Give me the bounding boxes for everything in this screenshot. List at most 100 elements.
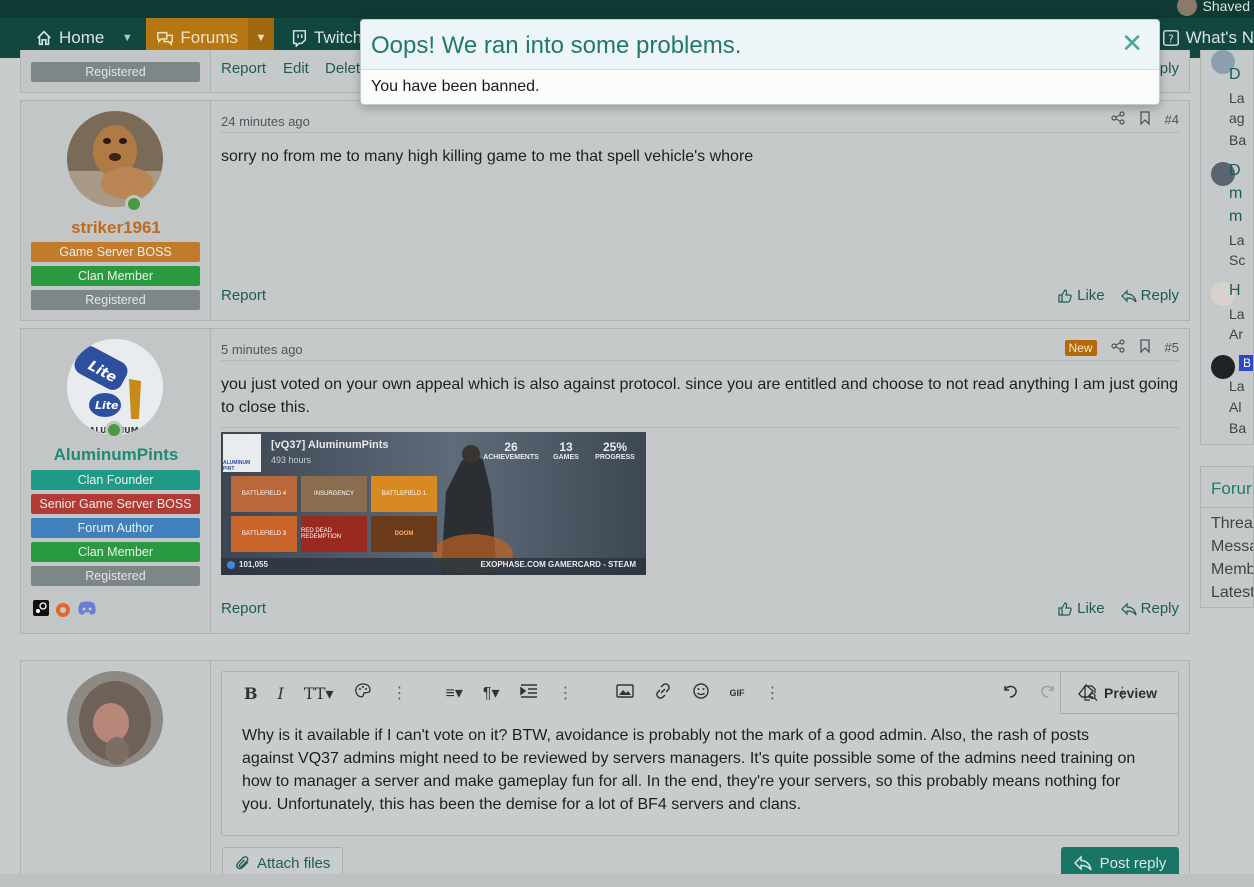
italic-icon[interactable]: I (278, 684, 284, 703)
smile-icon[interactable] (692, 682, 710, 705)
svg-text:ALUMINUM PINT: ALUMINUM PINT (89, 426, 163, 435)
stat-label: GAMES (553, 454, 579, 461)
stat-value: 26 (504, 440, 518, 454)
post-number[interactable]: #4 (1165, 112, 1179, 127)
bookmark-icon[interactable] (1139, 111, 1151, 128)
report-link[interactable]: Report (221, 60, 266, 77)
post-timestamp[interactable]: 5 minutes ago (221, 342, 303, 357)
sidebar-thread-link[interactable]: m (1229, 185, 1242, 203)
post-meta: 5 minutes ago New #5 (221, 339, 1179, 361)
gamercard-score: 101,055 (227, 560, 268, 569)
gamercard-footer: EXOPHASE.COM GAMERCARD - STEAM (480, 560, 636, 569)
bold-icon[interactable]: B (244, 684, 258, 703)
stat-label: PROGRESS (595, 454, 635, 461)
avatar[interactable] (67, 111, 163, 207)
reply-user-panel (21, 661, 211, 887)
sidebar-thread-meta: La (1229, 232, 1245, 248)
steam-icon[interactable] (33, 600, 49, 616)
avatar[interactable] (1211, 355, 1235, 379)
globe-icon (227, 560, 235, 569)
reply-button[interactable]: Reply (1120, 600, 1179, 617)
align-icon[interactable]: ≡▾ (446, 683, 463, 703)
gamercard-name: [vQ37] AluminumPints (271, 439, 389, 451)
report-link[interactable]: Report (221, 287, 266, 304)
stat-label: ACHIEVEMENTS (483, 454, 539, 461)
post-tools: New #5 (1064, 339, 1179, 356)
edit-link[interactable]: Edit (283, 60, 309, 77)
role-badge: Registered (31, 62, 200, 82)
indent-icon[interactable] (519, 683, 538, 704)
report-link[interactable]: Report (221, 600, 266, 617)
sidebar-thread-meta: Ar (1229, 326, 1243, 342)
more-options-icon[interactable]: ⋮ (558, 683, 574, 703)
palette-icon[interactable] (354, 682, 372, 705)
share-icon[interactable] (1110, 111, 1125, 128)
post-action-group: Like Reply (1057, 287, 1179, 304)
reply-label: Reply (1140, 600, 1179, 617)
like-button[interactable]: Like (1057, 287, 1105, 304)
gamercard-game-tile: RED DEAD REDEMPTION (301, 516, 367, 552)
page-bottom-strip (0, 874, 1254, 887)
sidebar-thread-link[interactable]: D (1229, 66, 1241, 84)
discord-icon[interactable] (77, 600, 97, 616)
like-label: Like (1077, 600, 1105, 617)
editor-content[interactable]: Why is it available if I can't vote on i… (242, 724, 1138, 816)
sidebar-prefix-badge: B (1239, 355, 1253, 371)
gamercard[interactable]: ALUMINUM PINT [vQ37] AluminumPints 493 h… (221, 432, 646, 575)
close-icon[interactable]: ✕ (1121, 30, 1143, 56)
sidebar-thread-link[interactable]: D (1229, 162, 1241, 180)
twitch-icon (292, 30, 307, 47)
gamercard-hours: 493 hours (271, 455, 312, 465)
post-author-name[interactable]: AluminumPints (21, 445, 211, 465)
delete-link[interactable]: Delet (325, 60, 360, 77)
new-badge: New (1064, 339, 1097, 356)
post-author-name[interactable]: striker1961 (21, 218, 211, 238)
sidebar-thread-meta: ag (1229, 110, 1245, 126)
origin-icon[interactable] (55, 600, 71, 618)
rich-text-editor[interactable]: B I TT▾ ⋮ ≡▾ ¶▾ ⋮ GIF ⋮ ⋮ Preview Why is… (221, 671, 1179, 836)
chat-bubbles-icon (157, 31, 174, 47)
gif-icon[interactable]: GIF (730, 688, 745, 698)
reply-button[interactable]: Reply (1120, 287, 1179, 304)
reply-icon (1120, 602, 1137, 615)
post-reply-label: Post reply (1099, 854, 1167, 872)
post-user-panel: Registered (21, 50, 211, 92)
stat-value: 25% (602, 440, 628, 454)
undo-icon[interactable] (1001, 682, 1019, 705)
more-options-icon[interactable]: ⋮ (392, 683, 408, 703)
more-options-icon[interactable]: ⋮ (765, 683, 781, 703)
user-name: Shaved (1202, 0, 1250, 14)
paragraph-icon[interactable]: ¶▾ (483, 683, 500, 703)
bookmark-icon[interactable] (1139, 339, 1151, 356)
game-title: DOOM (394, 531, 414, 537)
redo-icon[interactable] (1039, 682, 1057, 705)
user-menu[interactable]: Shaved (1176, 0, 1254, 18)
chevron-down-icon: ▼ (121, 32, 133, 44)
nav-tab-forums-label: Forums (180, 28, 238, 47)
like-button[interactable]: Like (1057, 600, 1105, 617)
stat-value: 13 (559, 440, 573, 454)
user-links (33, 600, 97, 618)
sidebar-new-posts: D La ag Ba D m m La Sc H La Ar B La Al B… (1200, 50, 1254, 445)
reply-label: Reply (1140, 287, 1179, 304)
link-icon[interactable] (654, 682, 672, 705)
role-badge: Clan Member (31, 266, 200, 286)
text-size-icon[interactable]: TT▾ (304, 684, 334, 703)
post-number[interactable]: #5 (1165, 340, 1179, 355)
post-timestamp[interactable]: 24 minutes ago (221, 114, 310, 129)
reply-icon (1073, 855, 1092, 871)
animal-avatar-image (67, 671, 163, 767)
sidebar-thread-link[interactable]: m (1229, 208, 1242, 226)
post-user-panel: striker1961 Game Server BOSS Clan Member… (21, 101, 211, 320)
share-icon[interactable] (1110, 339, 1125, 356)
image-icon[interactable] (615, 683, 634, 704)
thumbs-up-icon (1058, 601, 1072, 616)
online-indicator (125, 195, 143, 213)
sidebar-thread-meta: La (1229, 306, 1245, 322)
online-indicator (105, 421, 123, 439)
post-tools: #4 (1110, 111, 1179, 128)
avatar[interactable] (67, 671, 163, 767)
sidebar-thread-link[interactable]: H (1229, 282, 1241, 300)
preview-button[interactable]: Preview (1060, 672, 1178, 714)
post-user-panel: Lite Lite ALUMINUM PINT AluminumPints Cl… (21, 329, 211, 633)
